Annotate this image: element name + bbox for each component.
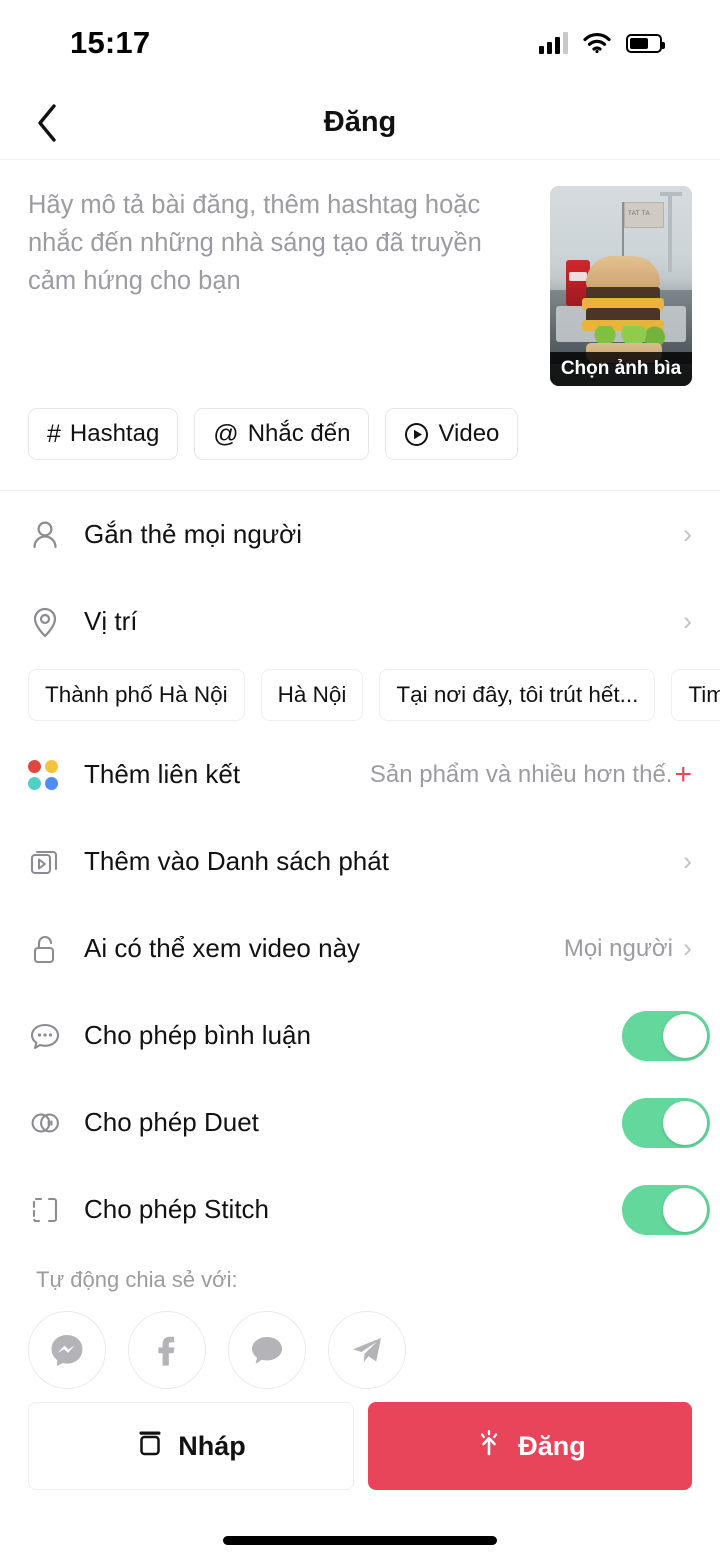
mention-icon: @ — [213, 419, 239, 448]
hashtag-chip-label: Hashtag — [69, 420, 160, 447]
drafts-box-icon — [136, 1429, 164, 1464]
save-draft-button[interactable]: Nháp — [28, 1402, 354, 1490]
hashtag-icon: # — [47, 419, 61, 448]
row-allow-stitch[interactable]: Cho phép Stitch — [0, 1166, 720, 1253]
row-tag-people-label: Gắn thẻ mọi người — [84, 519, 303, 549]
share-target-messenger[interactable] — [28, 1311, 106, 1389]
comment-bubble-icon — [28, 1019, 76, 1053]
upload-sparkle-icon — [474, 1428, 504, 1465]
location-suggestion-chip[interactable]: Thành phố Hà Nội — [28, 669, 245, 721]
location-suggestion-chip[interactable]: Tại nơi đây, tôi trút hết... — [379, 669, 656, 721]
thumbnail-flag-text: TAT TA — [628, 211, 651, 217]
post-button-label: Đăng — [518, 1430, 586, 1461]
caption-input[interactable]: Hãy mô tả bài đăng, thêm hashtag hoặc nh… — [28, 186, 550, 386]
allow-comments-toggle[interactable] — [622, 1010, 710, 1061]
row-allow-duet-label: Cho phép Duet — [84, 1107, 259, 1137]
row-privacy[interactable]: Ai có thể xem video này Mọi người › — [0, 905, 720, 992]
compose-chip-row: # Hashtag @ Nhắc đến Video — [0, 386, 720, 490]
row-allow-comments[interactable]: Cho phép bình luận — [0, 992, 720, 1079]
row-privacy-value: Mọi người — [563, 934, 673, 962]
chevron-right-icon: › — [683, 846, 692, 876]
location-suggestion-row[interactable]: Thành phố Hà Nội Hà Nội Tại nơi đây, tôi… — [0, 665, 720, 731]
status-bar-indicators — [539, 32, 665, 54]
row-allow-duet[interactable]: Cho phép Duet — [0, 1079, 720, 1166]
chevron-right-icon: › — [683, 933, 692, 963]
auto-share-label: Tự động chia sẻ với: — [36, 1267, 238, 1292]
row-playlist[interactable]: Thêm vào Danh sách phát › — [0, 818, 720, 905]
action-button-row: Nháp Đăng — [28, 1390, 692, 1490]
cellular-signal-icon — [539, 32, 568, 54]
four-dots-icon — [28, 759, 76, 790]
battery-icon — [626, 33, 665, 53]
person-icon — [28, 518, 76, 552]
back-button[interactable] — [24, 100, 70, 146]
post-button[interactable]: Đăng — [368, 1402, 692, 1490]
location-suggestion-chip[interactable]: Times City - T10 — [671, 669, 720, 721]
row-add-link-value: Sản phẩm và nhiều hơn thế. — [369, 760, 673, 788]
row-tag-people[interactable]: Gắn thẻ mọi người › — [0, 491, 720, 578]
location-pin-icon — [28, 605, 76, 639]
duet-icon — [28, 1106, 76, 1140]
hashtag-chip[interactable]: # Hashtag — [28, 408, 179, 460]
bottom-action-bar: Nháp Đăng — [0, 1390, 720, 1557]
location-suggestion-chip[interactable]: Hà Nội — [260, 669, 364, 721]
plus-icon[interactable]: + — [674, 759, 692, 790]
home-indicator — [223, 1536, 497, 1545]
share-target-telegram[interactable] — [328, 1311, 406, 1389]
allow-stitch-toggle[interactable] — [622, 1184, 710, 1235]
save-draft-label: Nháp — [178, 1430, 246, 1461]
post-upload-screen: 15:17 Đăng Hãy mô tả bài đăng, thêm hash… — [0, 0, 720, 1557]
mention-chip[interactable]: @ Nhắc đến — [194, 408, 370, 460]
row-location[interactable]: Vị trí › — [0, 578, 720, 665]
status-bar-time: 15:17 — [70, 25, 151, 60]
status-bar: 15:17 — [0, 0, 720, 86]
thumbnail-lamp-post — [668, 194, 672, 272]
auto-share-row — [0, 1293, 720, 1389]
allow-duet-toggle[interactable] — [622, 1097, 710, 1148]
caption-section: Hãy mô tả bài đăng, thêm hashtag hoặc nh… — [0, 160, 720, 386]
thumbnail-bun-top — [586, 256, 660, 290]
row-playlist-label: Thêm vào Danh sách phát — [84, 846, 389, 876]
video-chip[interactable]: Video — [385, 408, 519, 460]
share-target-facebook[interactable] — [128, 1311, 206, 1389]
wifi-icon — [583, 32, 611, 54]
page-title: Đăng — [323, 106, 397, 138]
row-location-label: Vị trí — [84, 606, 138, 636]
chevron-right-icon: › — [683, 519, 692, 549]
row-add-link[interactable]: Thêm liên kết Sản phẩm và nhiều hơn thế.… — [0, 731, 720, 818]
row-add-link-label: Thêm liên kết — [84, 759, 241, 789]
thumbnail-lamp-arm — [660, 192, 682, 196]
select-cover-button[interactable]: Chọn ảnh bìa — [550, 352, 692, 386]
caption-placeholder: Hãy mô tả bài đăng, thêm hashtag hoặc nh… — [28, 191, 482, 295]
unlock-icon — [28, 932, 76, 966]
row-allow-stitch-label: Cho phép Stitch — [84, 1194, 270, 1224]
navigation-bar: Đăng — [0, 86, 720, 160]
chevron-right-icon: › — [683, 606, 692, 636]
video-chip-label: Video — [438, 420, 500, 447]
mention-chip-label: Nhắc đến — [247, 420, 351, 447]
video-thumbnail[interactable]: TAT TA Chọn ảnh bìa — [550, 186, 692, 386]
playlist-icon — [28, 845, 76, 879]
row-allow-comments-label: Cho phép bình luận — [84, 1020, 311, 1050]
video-play-icon — [404, 422, 429, 447]
stitch-icon — [28, 1193, 76, 1227]
row-privacy-label: Ai có thể xem video này — [84, 933, 361, 963]
share-target-message[interactable] — [228, 1311, 306, 1389]
